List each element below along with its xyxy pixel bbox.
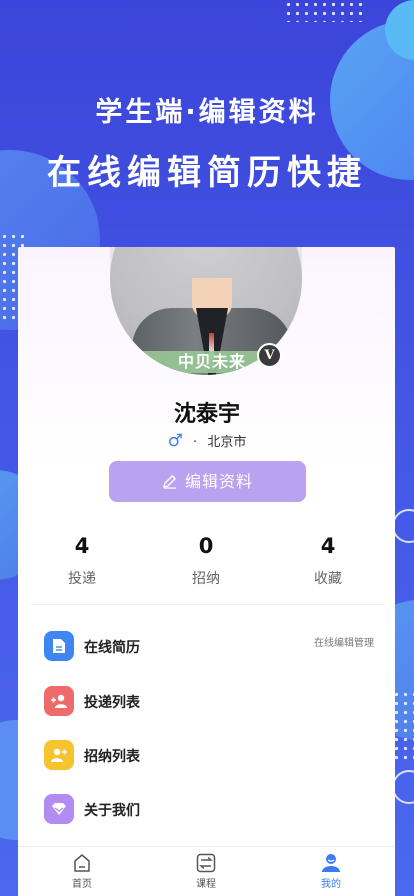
stat-label: 招纳 (192, 571, 220, 587)
tab-label: 课程 (196, 879, 216, 890)
profile-icon (322, 854, 340, 872)
tab-home[interactable]: 首页 (52, 853, 112, 890)
menu-item-label: 招纳列表 (84, 749, 140, 765)
stat-label: 收藏 (314, 571, 342, 587)
tab-courses[interactable]: 课程 (176, 853, 236, 890)
stats-row: 4 投递 0 招纳 4 收藏 (18, 533, 395, 603)
decor-dots (284, 0, 364, 22)
stat-value: 4 (320, 534, 336, 558)
edit-profile-label: 编辑资料 (184, 472, 253, 491)
menu-item-resume[interactable]: 在线简历 在线编辑管理 (44, 631, 384, 663)
tab-label: 首页 (72, 879, 92, 890)
menu-item-label: 关于我们 (84, 803, 140, 819)
edit-profile-button[interactable]: 编辑资料 (109, 461, 306, 502)
document-icon (44, 631, 74, 661)
home-icon (74, 854, 90, 872)
verified-badge: V (257, 343, 282, 368)
menu-item-label: 在线简历 (84, 640, 140, 656)
profile-name: 沈泰宇 (173, 402, 240, 427)
menu-item-recruits[interactable]: 招纳列表 (44, 740, 384, 772)
pencil-icon (163, 475, 177, 489)
bottom-tab-bar: 首页 课程 我的 (18, 846, 395, 896)
stat-deliveries[interactable]: 4 投递 (42, 533, 122, 588)
stat-recruits[interactable]: 0 招纳 (166, 533, 246, 588)
user-add-icon (44, 686, 74, 716)
tab-mine[interactable]: 我的 (301, 853, 361, 890)
stat-value: 4 (74, 534, 90, 558)
separator: · (193, 435, 198, 450)
menu-item-deliveries[interactable]: 投递列表 (44, 686, 384, 718)
stat-label: 投递 (68, 571, 96, 587)
user-plus-icon (44, 740, 74, 770)
stat-favorites[interactable]: 4 收藏 (288, 533, 368, 588)
stat-value: 0 (198, 534, 214, 558)
swap-icon (196, 853, 216, 873)
menu-item-hint: 在线编辑管理 (314, 638, 374, 649)
city-label: 北京市 (207, 435, 247, 450)
decor-ring (392, 509, 414, 543)
menu-item-about[interactable]: 关于我们 (44, 794, 384, 826)
male-icon: ♂ (167, 431, 183, 451)
decor-ring (392, 770, 414, 804)
decor-dots (392, 690, 414, 760)
menu-item-label: 投递列表 (84, 695, 140, 711)
divider (30, 604, 384, 605)
profile-location: ♂ · 北京市 (0, 431, 414, 451)
headline-subtitle: 在线编辑简历快捷 (47, 153, 367, 193)
tab-label: 我的 (321, 879, 341, 890)
headline-title: 学生端·编辑资料 (95, 97, 319, 128)
diamond-icon (44, 794, 74, 824)
